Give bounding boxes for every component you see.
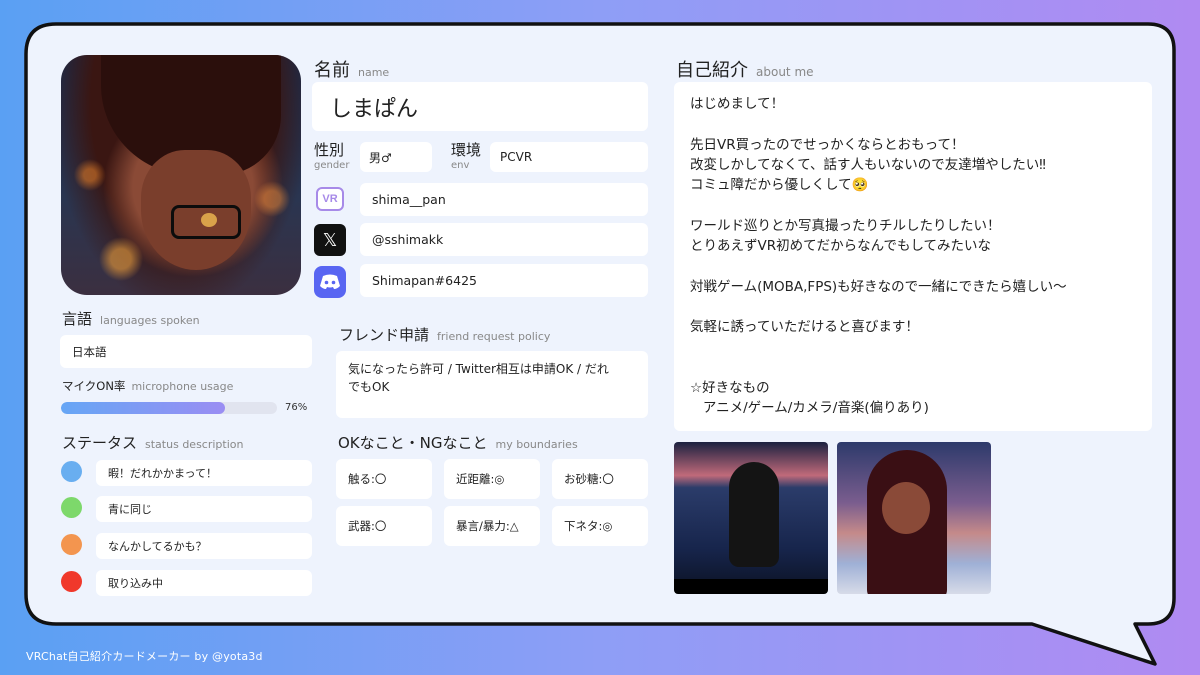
status-dot-green <box>61 497 82 518</box>
name-label: 名前 <box>314 60 350 81</box>
avatar-eye <box>201 213 217 227</box>
vrchat-id: shima__pan <box>360 183 648 216</box>
friend-sub: friend request policy <box>437 330 551 343</box>
env-sub: env <box>451 160 470 171</box>
boundary-item: 武器:〇 <box>336 506 432 546</box>
status-dot-orange <box>61 534 82 555</box>
gender-sub: gender <box>314 160 350 171</box>
about-heading: 自己紹介 about me <box>676 56 814 82</box>
boundary-item: お砂糖:〇 <box>552 459 648 499</box>
gender-heading: 性別 gender <box>314 142 349 174</box>
languages-heading: 言語 languages spoken <box>62 308 200 329</box>
env-heading: 環境 env <box>451 142 481 174</box>
status-dot-red <box>61 571 82 592</box>
mic-percent: 76% <box>285 402 308 413</box>
boundary-item: 下ネタ:◎ <box>552 506 648 546</box>
name-heading: 名前 name <box>314 56 389 82</box>
status-dot-blue <box>61 461 82 482</box>
languages-field: 日本語 <box>60 335 312 368</box>
status-item: 暇！だれかかまって！ <box>96 460 312 486</box>
gender-field: 男♂ <box>360 142 432 172</box>
languages-sub: languages spoken <box>100 314 200 327</box>
languages-label: 言語 <box>62 310 93 328</box>
discord-id: Shimapan#6425 <box>360 264 648 297</box>
mic-progress-fill <box>61 402 226 414</box>
x-handle: @sshimakk <box>360 223 648 256</box>
about-label: 自己紹介 <box>676 60 748 81</box>
discord-icon <box>314 266 346 298</box>
mic-label: マイクON率 <box>62 379 126 393</box>
friend-heading: フレンド申請 friend request policy <box>339 324 550 345</box>
mic-progress-bar <box>61 402 277 414</box>
discord-glyph-icon <box>320 274 340 289</box>
env-field: PCVR <box>490 142 648 172</box>
photo-1-figure <box>729 462 779 567</box>
avatar <box>61 55 301 295</box>
friend-policy-line1: 気になったら許可 / Twitter相互は申請OK / だれ <box>348 362 609 376</box>
vrchat-icon: VR <box>316 187 344 211</box>
boundaries-label: OKなこと・NGなこと <box>338 434 488 452</box>
boundary-item: 暴言/暴力:△ <box>444 506 540 546</box>
footer-credit: VRChat自己紹介カードメーカー by @yota3d <box>26 650 263 663</box>
mic-sub: microphone usage <box>131 380 234 393</box>
photo-1 <box>674 442 828 594</box>
env-label: 環境 <box>451 141 482 159</box>
friend-label: フレンド申請 <box>339 326 430 344</box>
boundary-item: 触る:〇 <box>336 459 432 499</box>
photo-2-face <box>882 482 930 534</box>
status-item: 青に同じ <box>96 496 312 522</box>
boundary-item: 近距離:◎ <box>444 459 540 499</box>
name-field: しまぱん <box>312 82 648 131</box>
about-sub: about me <box>756 65 814 79</box>
status-label: ステータス <box>62 434 138 452</box>
gender-label: 性別 <box>314 141 345 159</box>
boundaries-heading: OKなこと・NGなこと my boundaries <box>338 432 578 453</box>
status-heading: ステータス status description <box>62 432 243 453</box>
mic-heading: マイクON率 microphone usage <box>62 378 233 394</box>
friend-policy-line2: でもOK <box>348 380 390 394</box>
status-item: 取り込み中 <box>96 570 312 596</box>
name-sub: name <box>358 66 390 79</box>
status-sub: status description <box>145 438 244 451</box>
boundaries-sub: my boundaries <box>495 438 578 451</box>
status-item: なんかしてるかも？ <box>96 533 312 559</box>
photo-2 <box>837 442 991 594</box>
friend-policy-field: 気になったら許可 / Twitter相互は申請OK / だれ でもOK <box>336 351 648 418</box>
about-text: はじめまして！ 先日VR買ったのでせっかくならとおもって！ 改変しかしてなくて、… <box>674 82 1152 431</box>
x-icon: 𝕏 <box>314 224 346 256</box>
